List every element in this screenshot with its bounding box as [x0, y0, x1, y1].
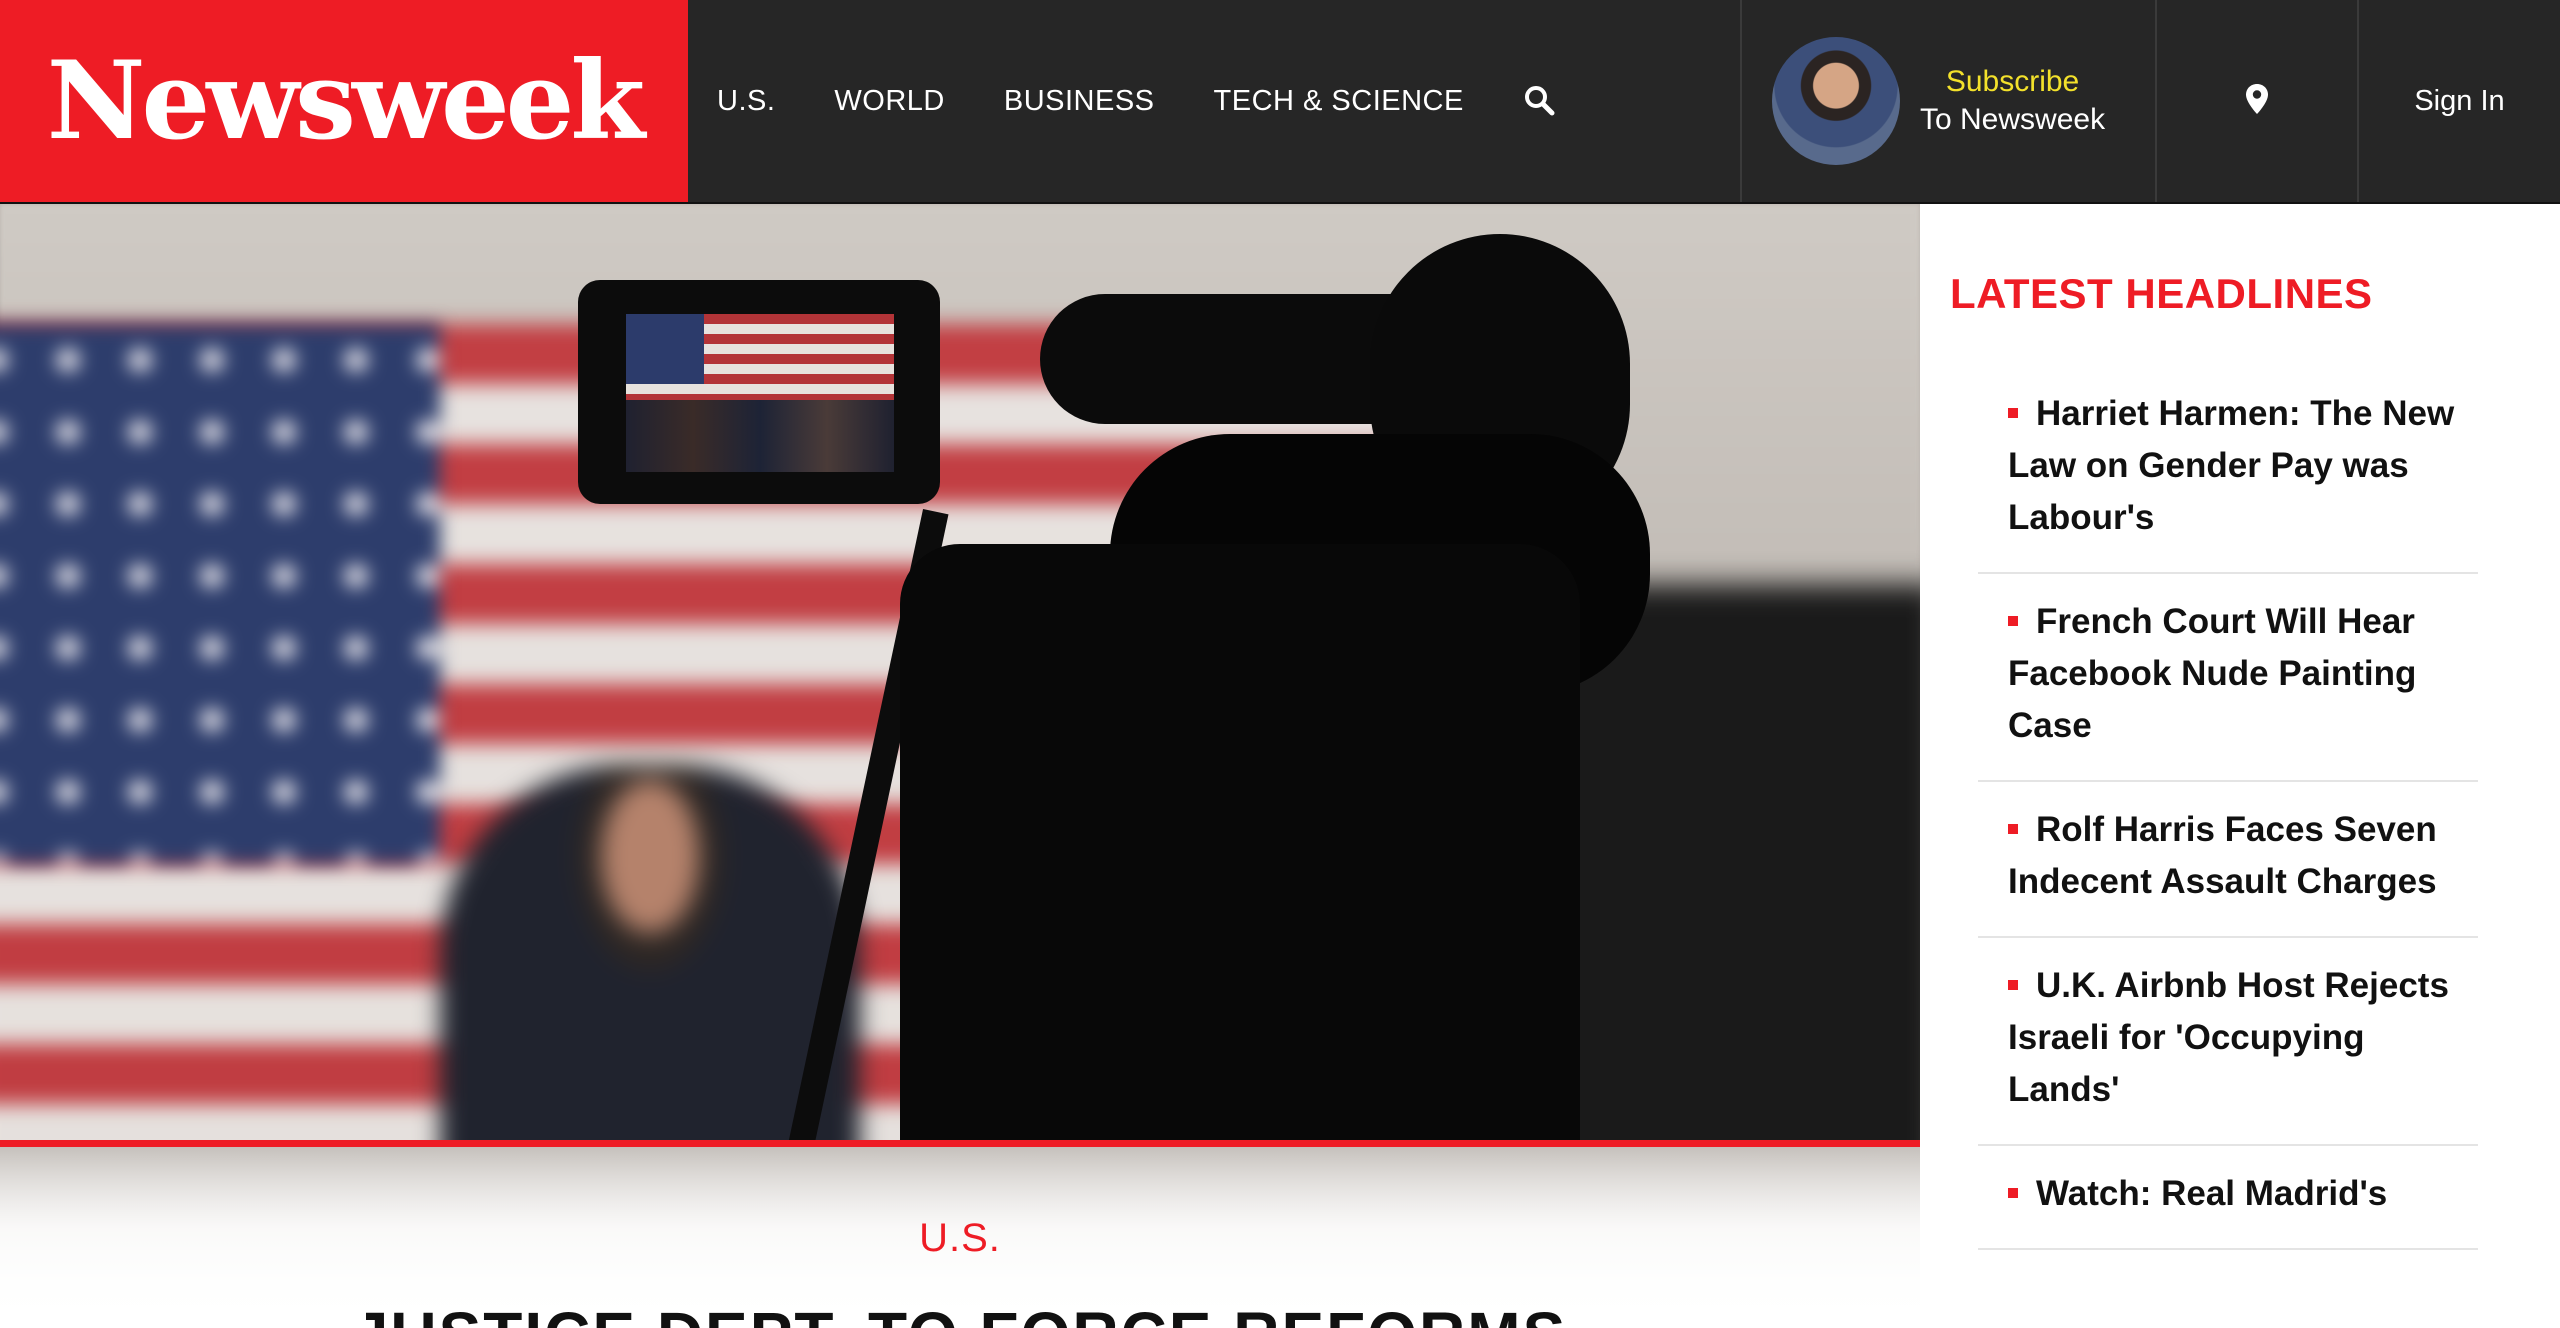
bullet-icon [2008, 1187, 2018, 1198]
magazine-cover-thumbnail [1772, 37, 1900, 165]
nav-item-tech-science[interactable]: TECH & SCIENCE [1214, 85, 1464, 118]
map-pin-icon [2245, 83, 2269, 120]
headline-item[interactable]: French Court Will Hear Facebook Nude Pai… [1978, 574, 2478, 782]
headline-item[interactable]: Harriet Harmen: The New Law on Gender Pa… [1978, 388, 2478, 574]
sidebar-title: LATEST HEADLINES [1950, 270, 2373, 317]
headline-item[interactable]: Watch: Real Madrid's [1978, 1146, 2478, 1250]
headline-text: U.K. Airbnb Host Rejects Israeli for 'Oc… [2008, 966, 2449, 1109]
subscribe-button[interactable]: Subscribe To Newsweek [1740, 0, 2155, 202]
headline-text: French Court Will Hear Facebook Nude Pai… [2008, 602, 2417, 745]
main-nav: U.S. WORLD BUSINESS TECH & SCIENCE [688, 0, 1558, 202]
search-icon[interactable] [1522, 83, 1558, 119]
bullet-icon [2008, 823, 2018, 834]
headline-item[interactable]: Rolf Harris Faces Seven Indecent Assault… [1978, 782, 2478, 938]
sign-in-link[interactable]: Sign In [2359, 0, 2560, 202]
headline-item[interactable]: U.K. Airbnb Host Rejects Israeli for 'Oc… [1978, 938, 2478, 1146]
location-button[interactable] [2155, 0, 2359, 202]
subscribe-label: Subscribe [1945, 65, 2080, 98]
logo-text: Newsweek [46, 38, 645, 164]
camera-monitor [578, 280, 940, 504]
bullet-icon [2008, 979, 2018, 990]
nav-item-business[interactable]: BUSINESS [1004, 85, 1155, 118]
speaker-silhouette [440, 764, 860, 1146]
bullet-icon [2008, 615, 2018, 626]
newsweek-logo[interactable]: Newsweek [0, 0, 688, 202]
headline-text: Harriet Harmen: The New Law on Gender Pa… [2008, 394, 2455, 537]
site-header: Newsweek U.S. WORLD BUSINESS TECH & SCIE… [0, 0, 2560, 204]
nav-item-us[interactable]: U.S. [717, 85, 775, 118]
hero-image[interactable] [0, 204, 1920, 1146]
bullet-icon [2008, 407, 2018, 418]
nav-item-world[interactable]: WORLD [834, 85, 944, 118]
headline-text: Rolf Harris Faces Seven Indecent Assault… [2008, 810, 2437, 901]
article-title[interactable]: JUSTICE DEPT. TO FORCE REFORMS [0, 1298, 1920, 1328]
video-camera-silhouette [900, 544, 1580, 1146]
headline-text: Watch: Real Madrid's [2036, 1174, 2388, 1213]
subscribe-sublabel: To Newsweek [1920, 103, 2106, 136]
headline-list: Harriet Harmen: The New Law on Gender Pa… [1978, 388, 2478, 1250]
hero-divider [0, 1140, 1920, 1147]
article-section-label[interactable]: U.S. [0, 1216, 1920, 1261]
latest-headlines-sidebar: LATEST HEADLINES Harriet Harmen: The New… [1920, 204, 2560, 1328]
subscribe-text: Subscribe To Newsweek [1920, 65, 2105, 137]
